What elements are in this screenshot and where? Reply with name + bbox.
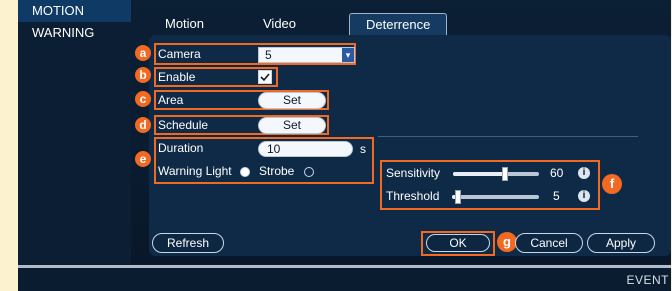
threshold-label: Threshold (386, 189, 440, 203)
warning-light-label: Warning Light (158, 164, 232, 178)
duration-unit: s (360, 142, 366, 156)
bottom-bar (18, 264, 671, 291)
annotation-badge-a: a (135, 45, 151, 61)
tab-label: Deterrence (366, 17, 431, 32)
threshold-thumb[interactable] (455, 190, 461, 204)
duration-label: Duration (158, 141, 204, 155)
enable-checkbox[interactable] (258, 70, 272, 84)
sidebar-item-label: WARNING (32, 25, 95, 40)
annotation-badge-c: c (135, 91, 151, 107)
enable-label: Enable (158, 70, 196, 84)
threshold-slider[interactable] (452, 190, 539, 204)
sensitivity-label: Sensitivity (386, 166, 441, 180)
area-set-button[interactable]: Set (258, 92, 326, 109)
info-icon[interactable]: i (578, 167, 590, 179)
strobe-label: Strobe (259, 164, 295, 178)
threshold-value: 5 (553, 189, 560, 203)
sidebar-item-motion[interactable]: MOTION (18, 0, 131, 22)
annotation-badge-g: g (497, 232, 517, 252)
refresh-button[interactable]: Refresh (152, 233, 224, 253)
cancel-button[interactable]: Cancel (515, 233, 583, 253)
warning-light-radio[interactable] (240, 167, 250, 177)
sidebar-item-label: MOTION (32, 3, 84, 18)
strobe-radio[interactable] (304, 167, 314, 177)
sidebar-item-warning[interactable]: WARNING (18, 22, 131, 44)
bottom-bar-highlight (18, 265, 671, 268)
duration-input[interactable]: 10 (258, 141, 353, 157)
tab-motion-detect[interactable]: Motion Detect (165, 13, 204, 53)
camera-select[interactable]: 5 ▾ (258, 47, 355, 63)
apply-button[interactable]: Apply (587, 233, 655, 253)
ok-button[interactable]: OK (426, 234, 490, 252)
schedule-set-button[interactable]: Set (258, 117, 326, 134)
chevron-down-icon[interactable]: ▾ (342, 48, 354, 62)
annotation-badge-f: f (602, 174, 622, 194)
app-frame: MOTION WARNING Motion Detect Video Loss … (0, 0, 672, 291)
sensitivity-slider[interactable] (453, 167, 539, 181)
tab-deterrence[interactable]: Deterrence (349, 13, 448, 36)
sensitivity-value: 60 (550, 166, 564, 180)
sensitivity-thumb[interactable] (502, 167, 508, 181)
dvr-screen: MOTION WARNING Motion Detect Video Loss … (18, 0, 671, 291)
camera-select-value: 5 (265, 48, 272, 62)
event-label: EVENT (626, 273, 669, 287)
duration-input-value: 10 (267, 142, 281, 156)
camera-label: Camera (158, 47, 201, 61)
info-icon[interactable]: i (578, 190, 590, 202)
sensitivity-fill (453, 172, 505, 176)
schedule-label: Schedule (158, 118, 209, 132)
tab-video-loss[interactable]: Video Loss (263, 13, 296, 53)
annotation-badge-e: e (135, 151, 151, 167)
sidebar: MOTION WARNING (18, 0, 131, 291)
area-label: Area (158, 93, 184, 107)
check-icon (260, 73, 270, 82)
annotation-badge-b: b (135, 67, 151, 83)
annotation-badge-d: d (135, 117, 151, 133)
section-divider (378, 136, 638, 137)
